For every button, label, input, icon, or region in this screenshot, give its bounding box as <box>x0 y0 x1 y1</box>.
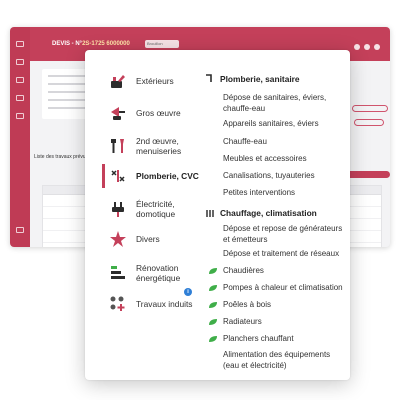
list-icon[interactable] <box>16 77 24 83</box>
user-icon[interactable] <box>16 95 24 101</box>
category-list: Extérieurs Gros œuvre 2nd œuvre, menuise… <box>85 50 203 380</box>
category-renovation-energetique[interactable]: Rénovation énergétique <box>85 258 203 288</box>
logout-icon[interactable] <box>16 227 24 233</box>
category-label: Plomberie, CVC <box>136 171 199 181</box>
category-label: Rénovation énergétique <box>136 263 181 283</box>
subcategory-item[interactable]: Chaudières <box>223 266 348 277</box>
subcategory-item[interactable]: Dépose et repose de générateurs et émett… <box>223 224 348 245</box>
category-travaux-induits[interactable]: Travaux induits i <box>85 288 203 316</box>
subcategory-item[interactable]: Appareils sanitaires, éviers <box>223 119 348 130</box>
help-icon[interactable] <box>354 44 360 50</box>
star-icon <box>110 231 126 247</box>
trowel-icon <box>111 107 125 120</box>
category-label: 2nd œuvre, menuiseries <box>136 136 182 156</box>
subcategory-item[interactable]: Poêles à bois <box>223 300 348 311</box>
category-exterieurs[interactable]: Extérieurs <box>85 70 203 92</box>
shovel-icon <box>111 75 125 88</box>
status-badge[interactable]: Brouillon <box>145 40 179 48</box>
dots-plus-icon <box>110 296 125 311</box>
category-label: Travaux induits <box>136 299 193 309</box>
menu-icon[interactable] <box>16 41 24 47</box>
plumbing-icon <box>111 170 125 182</box>
category-divers[interactable]: Divers <box>85 228 203 250</box>
category-second-oeuvre[interactable]: 2nd œuvre, menuiseries <box>85 130 203 162</box>
eco-leaf-icon <box>209 319 217 325</box>
pipe-icon <box>206 74 212 82</box>
document-icon[interactable] <box>16 59 24 65</box>
subcategory-item[interactable]: Planchers chauffant <box>223 334 348 345</box>
subcategory-item[interactable]: Pompes à chaleur et climatisation <box>223 283 348 294</box>
category-electricite[interactable]: Électricité, domotique <box>85 194 203 224</box>
category-label: Divers <box>136 234 160 244</box>
transfer-button[interactable] <box>352 105 388 112</box>
subcategory-item[interactable]: Chauffe-eau <box>223 137 348 148</box>
tracking-button[interactable] <box>354 119 384 126</box>
subcategory-list: Plomberie, sanitaire Dépose de sanitaire… <box>205 50 350 380</box>
subcategory-item[interactable]: Canalisations, tuyauteries <box>223 171 348 182</box>
header-actions <box>350 37 380 55</box>
app-sidebar <box>10 27 30 247</box>
radiator-icon <box>206 210 214 217</box>
active-indicator <box>102 164 105 188</box>
subcategory-item[interactable]: Petites interventions <box>223 188 348 199</box>
works-list-title: Liste des travaux prévus <box>34 154 89 160</box>
subcategory-item[interactable]: Radiateurs <box>223 317 348 328</box>
category-label: Gros œuvre <box>136 108 181 118</box>
eco-leaf-icon <box>209 268 217 274</box>
eco-leaf-icon <box>209 302 217 308</box>
quote-number: 2S-1725 6000000 <box>82 41 130 47</box>
eco-leaf-icon <box>209 336 217 342</box>
chart-icon[interactable] <box>16 113 24 119</box>
eco-leaf-icon <box>209 285 217 291</box>
info-badge[interactable]: i <box>184 288 192 296</box>
energy-bars-icon <box>111 266 125 279</box>
subcategory-item[interactable]: Dépose de sanitaires, éviers, chauffe-ea… <box>223 93 348 114</box>
tools-icon <box>111 139 124 153</box>
subcategory-item[interactable]: Meubles et accessoires <box>223 154 348 165</box>
plug-icon <box>112 202 124 217</box>
avatar[interactable] <box>374 44 380 50</box>
category-label: Extérieurs <box>136 76 174 86</box>
quote-title-prefix: DEVIS - N° <box>52 41 83 47</box>
notifications-icon[interactable] <box>364 44 370 50</box>
category-label: Électricité, domotique <box>136 199 176 219</box>
category-gros-oeuvre[interactable]: Gros œuvre <box>85 102 203 124</box>
heating-heading: Chauffage, climatisation <box>220 208 317 218</box>
plumbing-heading: Plomberie, sanitaire <box>220 74 300 84</box>
quote-title: DEVIS - N°2S-1725 6000000 <box>52 41 130 47</box>
scroll-fade <box>205 368 350 380</box>
category-menu: Extérieurs Gros œuvre 2nd œuvre, menuise… <box>85 50 350 380</box>
category-plomberie-cvc[interactable]: Plomberie, CVC <box>85 164 203 188</box>
subcategory-item[interactable]: Dépose et traitement de réseaux <box>223 249 348 260</box>
